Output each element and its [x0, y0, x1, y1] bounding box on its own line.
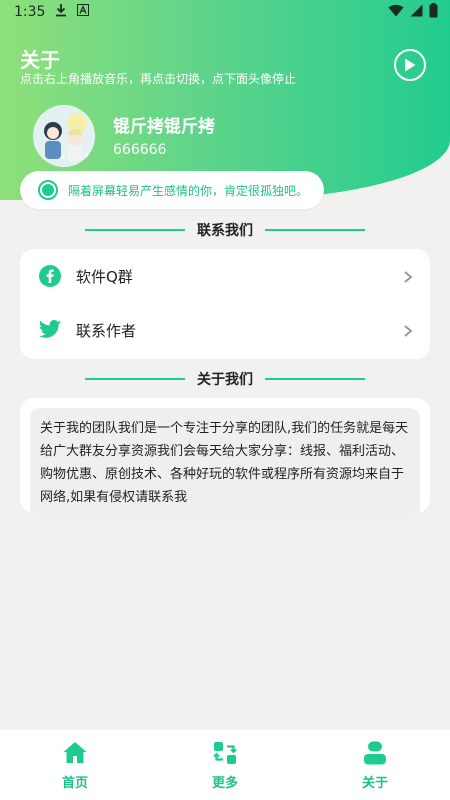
bottom-nav: 首页 更多 关于 — [0, 730, 450, 800]
play-music-button[interactable] — [394, 49, 426, 81]
home-icon — [63, 742, 87, 763]
page-title: 关于 — [20, 48, 60, 72]
facebook-icon — [38, 264, 62, 288]
status-time: 1:35 — [14, 4, 46, 20]
divider-line — [265, 229, 365, 231]
play-icon — [405, 58, 416, 72]
divider-line — [265, 378, 365, 380]
person-icon — [364, 741, 386, 765]
avatar[interactable] — [33, 105, 95, 167]
chevron-right-icon — [402, 323, 414, 337]
nav-item-home[interactable]: 首页 — [0, 730, 150, 800]
contact-item-qq-group[interactable]: 软件Q群 — [20, 249, 430, 303]
contact-title: 联系我们 — [197, 223, 253, 239]
profile-name: 锟斤拷锟斤拷 — [113, 117, 215, 137]
nav-label: 首页 — [61, 776, 88, 791]
header-background — [0, 0, 450, 200]
contact-item-label: 联系作者 — [76, 321, 137, 340]
about-card: 关于我的团队我们是一个专注于分享的团队,我们的任务就是每天给广大群友分享资源我们… — [20, 398, 430, 519]
nav-label: 关于 — [361, 776, 388, 791]
signal-icon — [410, 4, 423, 21]
quote-banner: 隔着屏幕轻易产生感情的你，肯定很孤独吧。 — [20, 171, 324, 209]
divider-line — [85, 378, 185, 380]
download-icon — [55, 3, 67, 21]
status-bar: 1:35 — [0, 0, 450, 24]
battery-icon — [429, 2, 438, 22]
twitter-icon — [38, 318, 62, 342]
quote-text: 隔着屏幕轻易产生感情的你，肯定很孤独吧。 — [68, 183, 309, 198]
contact-card: 软件Q群 联系作者 — [20, 249, 430, 359]
chevron-right-icon — [402, 269, 414, 283]
divider-line — [85, 229, 185, 231]
nav-item-more[interactable]: 更多 — [150, 730, 300, 800]
contact-section-title: 联系我们 — [0, 220, 450, 240]
nav-label: 更多 — [211, 776, 238, 791]
nav-item-about[interactable]: 关于 — [300, 730, 450, 800]
wifi-icon — [388, 4, 404, 21]
page-subtitle: 点击右上角播放音乐，再点击切换，点下面头像停止 — [20, 72, 297, 86]
contact-item-author[interactable]: 联系作者 — [20, 303, 430, 357]
about-text: 关于我的团队我们是一个专注于分享的团队,我们的任务就是每天给广大群友分享资源我们… — [30, 408, 420, 519]
radio-dot-icon — [38, 180, 58, 200]
about-section-title: 关于我们 — [0, 369, 450, 389]
about-title: 关于我们 — [197, 372, 253, 388]
profile-id: 666666 — [113, 142, 167, 158]
contact-item-label: 软件Q群 — [76, 267, 133, 286]
font-icon — [77, 4, 90, 20]
grid-swap-icon — [213, 742, 237, 764]
